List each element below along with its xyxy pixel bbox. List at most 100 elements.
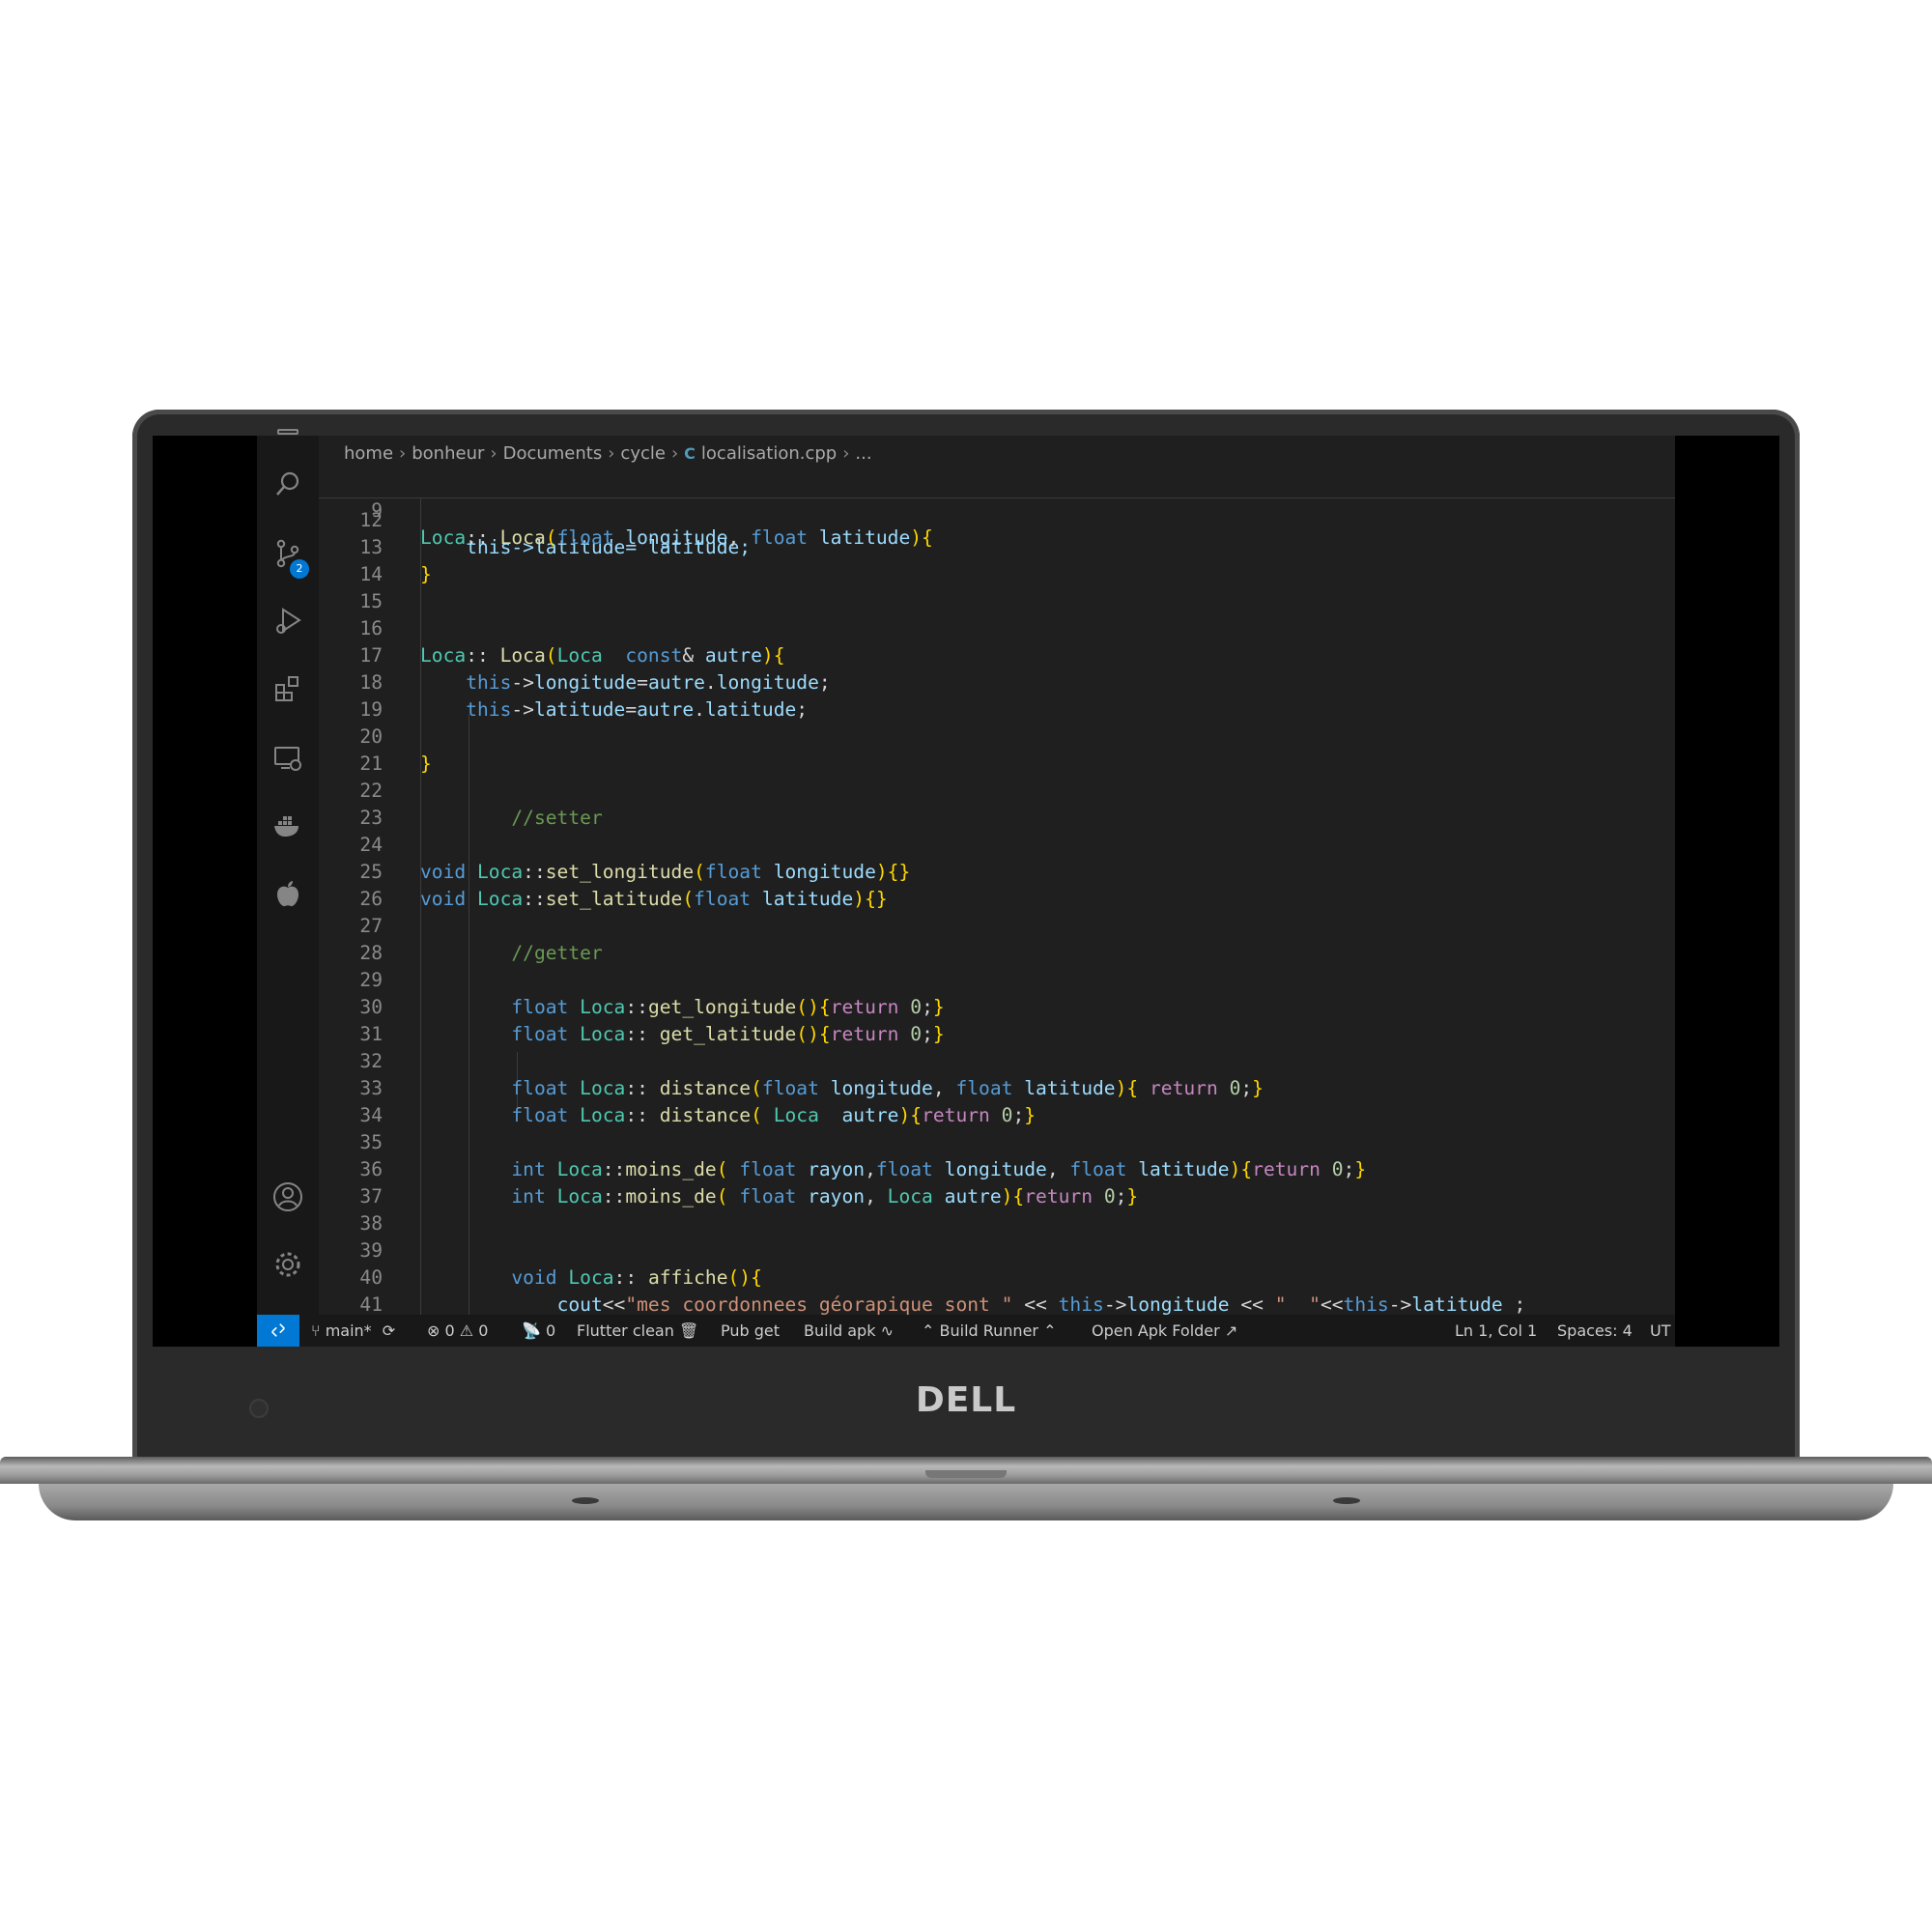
code-text: int Loca::moins_de( float rayon, Loca au…	[511, 1185, 1139, 1208]
cpp-file-icon: C	[684, 443, 696, 463]
extensions-icon[interactable]	[272, 673, 303, 704]
warning-count: 0	[478, 1321, 489, 1340]
code-line: 41 }	[319, 1264, 387, 1315]
branch-name: main*	[325, 1321, 372, 1340]
chevron-right-icon: ›	[490, 442, 497, 464]
sticky-scroll-header[interactable]: 9 Loca:: Loca(float longitude, float lat…	[319, 470, 1675, 549]
chevron-right-icon: ›	[399, 442, 407, 464]
build-runner-button[interactable]: ⌃ Build Runner ⌃	[922, 1315, 1057, 1347]
brand-logo: DELL	[915, 1380, 1017, 1420]
code-text: cout<<"mes coordonnees géorapique sont "…	[556, 1293, 1526, 1315]
double-chevron-up-icon: ⌃	[922, 1321, 935, 1340]
line-number: 9	[371, 499, 383, 522]
laptop-base-bottom	[39, 1484, 1893, 1520]
remote-explorer-icon[interactable]	[272, 743, 303, 774]
breadcrumb-cycle[interactable]: cycle	[620, 443, 666, 464]
code-line: 24 void Loca::set_longitude(float longit…	[319, 805, 910, 883]
remote-indicator[interactable]	[257, 1315, 299, 1347]
run-debug-icon[interactable]	[272, 606, 303, 637]
cursor-position-label: Ln 1, Col 1	[1455, 1321, 1538, 1340]
code-line: 42 Loca::~Loca(){}	[319, 1292, 387, 1315]
trash-icon: 🗑	[678, 1321, 699, 1340]
source-control-badge: 2	[290, 559, 309, 579]
account-icon[interactable]	[272, 1181, 303, 1212]
code-line: 34	[319, 1075, 387, 1126]
laptop-foot-right	[1333, 1497, 1360, 1504]
chevron-right-icon: ›	[842, 442, 850, 464]
broadcast-icon: 📡	[522, 1321, 541, 1340]
build-apk-label: Build apk	[804, 1321, 876, 1340]
flutter-clean-button[interactable]: Flutter clean 🗑	[577, 1315, 698, 1347]
double-chevron-up-icon: ⌃	[1043, 1321, 1057, 1340]
code-line: 35 int Loca::moins_de( float rayon,float…	[319, 1102, 1366, 1180]
chevron-right-icon: ›	[670, 442, 679, 464]
error-count: 0	[444, 1321, 455, 1340]
activity-bar: 2	[257, 429, 319, 1315]
status-bar: ⑂ main* ⟳ ⊗ 0 ⚠ 0 📡 0 Flutter clean 🗑 Pu…	[257, 1315, 1675, 1347]
code-line: 25 void Loca::set_latitude(float latitud…	[319, 832, 887, 910]
breadcrumb-home[interactable]: home	[344, 443, 393, 464]
indentation-indicator[interactable]: Spaces: 4	[1557, 1315, 1633, 1347]
problems-indicator[interactable]: ⊗ 0 ⚠ 0	[427, 1315, 488, 1347]
external-link-icon: ↗	[1224, 1321, 1238, 1340]
code-line: 26	[319, 859, 387, 910]
code-editor[interactable]: 9 Loca:: Loca(float longitude, float lat…	[319, 470, 1675, 1315]
docker-icon[interactable]	[272, 810, 303, 841]
branch-indicator[interactable]: ⑂ main* ⟳	[311, 1315, 395, 1347]
code-line: 33 float Loca:: distance( Loca autre){re…	[319, 1048, 1036, 1126]
code-line: 17 this->longitude=autre.longitude;	[319, 615, 830, 694]
code-line: 23	[319, 778, 387, 829]
code-line: 29 float Loca::get_longitude(){return 0;…	[319, 940, 944, 1018]
webcam-dot	[249, 1399, 269, 1418]
code-line: 18 this->latitude=autre.latitude;	[319, 642, 808, 721]
lid-notch	[925, 1470, 1007, 1478]
code-text: void Loca::set_longitude(float longitude…	[420, 861, 911, 883]
code-line: 22 //setter	[319, 751, 602, 829]
chevron-right-icon: ›	[608, 442, 615, 464]
code-line: 31	[319, 994, 387, 1045]
code-text: float Loca::get_longitude(){return 0;}	[511, 996, 945, 1018]
apple-icon[interactable]	[272, 878, 303, 909]
explorer-icon[interactable]	[272, 422, 303, 453]
build-apk-button[interactable]: Build apk ∿	[804, 1315, 894, 1347]
encoding-indicator[interactable]: UT	[1650, 1315, 1670, 1347]
open-apk-folder-button[interactable]: Open Apk Folder ↗	[1092, 1315, 1237, 1347]
indentation-label: Spaces: 4	[1557, 1321, 1633, 1340]
code-text: void Loca:: affiche(){	[511, 1266, 762, 1289]
code-text: }	[420, 753, 432, 775]
code-text: }	[420, 563, 432, 585]
code-text: float Loca:: distance(float longitude, f…	[511, 1077, 1264, 1099]
code-text: Loca:: Loca(float longitude, float latit…	[420, 526, 933, 549]
pub-get-button[interactable]: Pub get	[721, 1315, 780, 1347]
remote-icon	[271, 1323, 285, 1337]
ports-count: 0	[546, 1321, 556, 1340]
breadcrumb-documents[interactable]: Documents	[503, 443, 603, 464]
settings-gear-icon[interactable]	[272, 1249, 303, 1280]
search-icon[interactable]	[272, 469, 303, 499]
code-text: Loca:: Loca(Loca const& autre){	[420, 644, 785, 667]
sync-icon: ⟳	[382, 1321, 396, 1340]
code-line: 36 int Loca::moins_de( float rayon, Loca…	[319, 1129, 1138, 1208]
code-line: 39 void Loca:: affiche(){	[319, 1210, 762, 1289]
code-text: //getter	[511, 942, 603, 964]
code-line: 19	[319, 669, 387, 721]
cursor-position[interactable]: Ln 1, Col 1	[1455, 1315, 1537, 1347]
breadcrumb-bonheur[interactable]: bonheur	[412, 443, 484, 464]
vscode-window: 2 home › bonheur › Documents › cycle › C…	[257, 429, 1675, 1347]
breadcrumb: home › bonheur › Documents › cycle › C l…	[344, 436, 872, 470]
sticky-line: 9 Loca:: Loca(float longitude, float lat…	[319, 470, 933, 549]
laptop-foot-left	[572, 1497, 599, 1504]
code-line: 37	[319, 1156, 387, 1208]
code-text: float Loca:: distance( Loca autre){retur…	[511, 1104, 1037, 1126]
build-runner-label: Build Runner	[939, 1321, 1039, 1340]
ports-indicator[interactable]: 📡 0	[522, 1315, 555, 1347]
pulse-icon: ∿	[880, 1321, 894, 1340]
flutter-clean-label: Flutter clean	[577, 1321, 674, 1340]
code-text: int Loca::moins_de( float rayon,float lo…	[511, 1158, 1367, 1180]
code-line: 30 float Loca:: get_latitude(){return 0;…	[319, 967, 944, 1045]
breadcrumb-file[interactable]: localisation.cpp	[701, 443, 837, 464]
breadcrumb-more[interactable]: ...	[855, 443, 871, 464]
code-text: this->longitude=autre.longitude;	[466, 671, 831, 694]
code-line: 28	[319, 913, 387, 964]
open-apk-folder-label: Open Apk Folder	[1092, 1321, 1220, 1340]
